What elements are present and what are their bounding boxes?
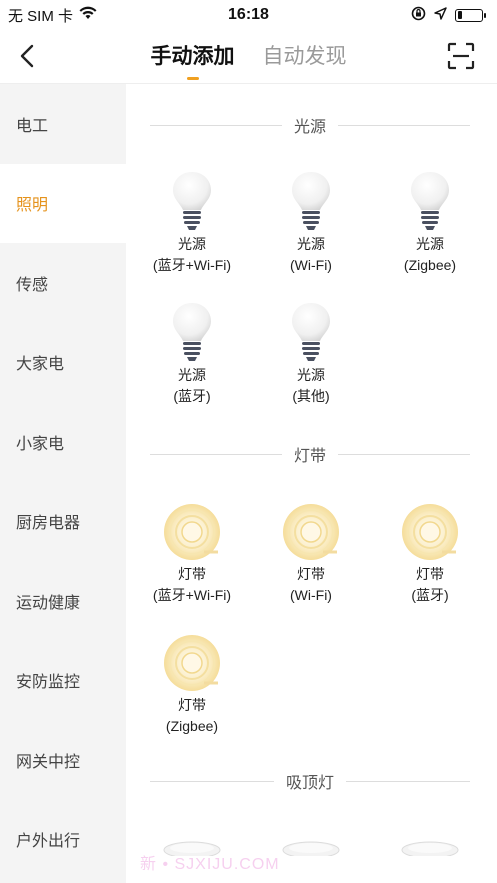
device-item[interactable]: 光源 (Zigbee) (370, 166, 490, 276)
device-name: 灯带 (178, 697, 206, 713)
bulb-icon (370, 166, 490, 232)
section-title: 光源 (294, 119, 327, 136)
battery-icon (455, 8, 486, 22)
device-list: 光源 光源 (蓝牙+Wi-Fi) 光源 (Wi-Fi) 光源 (Zigbee) … (126, 84, 497, 883)
sidebar-item-sensor[interactable]: 传感 (0, 243, 126, 323)
device-name: 光源 (297, 236, 325, 252)
divider-line (338, 453, 471, 455)
device-protocol: (Zigbee) (403, 257, 457, 273)
device-item[interactable]: 灯带 (Wi-Fi) (251, 496, 371, 606)
device-item[interactable]: 光源 (Wi-Fi) (251, 166, 371, 276)
sidebar-item-small-appliance[interactable]: 小家电 (0, 402, 126, 482)
device-name: 光源 (178, 236, 206, 252)
device-item[interactable]: 光源 (蓝牙+Wi-Fi) (132, 166, 252, 276)
sidebar-item-kitchen[interactable]: 厨房电器 (0, 482, 126, 562)
watermark: 新 • SJXIJU.COM (140, 856, 280, 873)
ceiling-light-icon (281, 836, 341, 859)
active-tab-indicator (186, 77, 199, 80)
device-name: 灯带 (416, 566, 444, 582)
light-strip-icon (132, 496, 252, 562)
device-name: 光源 (297, 367, 325, 383)
tab-auto-discover[interactable]: 自动发现 (263, 40, 347, 80)
scan-button[interactable] (447, 42, 475, 70)
divider-line (150, 124, 282, 126)
wifi-icon (79, 6, 97, 24)
category-sidebar: 电工 照明 传感 大家电 小家电 厨房电器 运动健康 安防监控 网关中控 户外出… (0, 84, 126, 883)
device-item[interactable]: 光源 (蓝牙) (132, 297, 252, 407)
device-protocol: (Wi-Fi) (290, 587, 332, 603)
light-strip-icon (251, 496, 371, 562)
device-item[interactable]: 灯带 (蓝牙+Wi-Fi) (132, 496, 252, 606)
section-title: 吸顶灯 (286, 775, 335, 792)
sidebar-item-gateway[interactable]: 网关中控 (0, 720, 126, 800)
divider-line (346, 780, 471, 782)
device-name: 灯带 (178, 566, 206, 582)
bulb-icon (251, 297, 371, 363)
device-name: 光源 (416, 236, 444, 252)
sidebar-item-electrician[interactable]: 电工 (0, 84, 126, 164)
device-protocol: (其他) (292, 388, 330, 404)
status-bar: 无 SIM 卡 16:18 (0, 0, 497, 30)
light-strip-icon (370, 496, 490, 562)
tab-bar: 手动添加 自动发现 (0, 40, 497, 80)
device-protocol: (Zigbee) (165, 718, 219, 734)
light-strip-icon (132, 627, 252, 693)
device-protocol: (蓝牙) (173, 388, 211, 404)
carrier-label: 无 SIM 卡 (8, 7, 74, 25)
battery-level (457, 11, 463, 19)
device-item[interactable]: 灯带 (蓝牙) (370, 496, 490, 606)
header: 手动添加 自动发现 (0, 30, 497, 82)
sidebar-item-sport-health[interactable]: 运动健康 (0, 561, 126, 641)
section-header-light-strip: 灯带 (150, 442, 471, 466)
device-name: 光源 (178, 367, 206, 383)
tab-manual-add[interactable]: 手动添加 (151, 40, 235, 80)
divider-line (150, 780, 274, 782)
bulb-icon (251, 166, 371, 232)
device-name: 灯带 (297, 566, 325, 582)
bulb-icon (132, 297, 252, 363)
device-item[interactable]: 灯带 (Zigbee) (132, 627, 252, 737)
section-title: 灯带 (294, 448, 327, 465)
bulb-icon (132, 166, 252, 232)
sidebar-item-lighting[interactable]: 照明 (0, 163, 126, 243)
section-header-ceiling-light: 吸顶灯 (150, 769, 471, 793)
divider-line (150, 453, 282, 455)
tab-label: 自动发现 (262, 45, 347, 68)
status-right (411, 6, 486, 25)
status-left: 无 SIM 卡 (8, 5, 97, 26)
device-protocol: (蓝牙) (411, 587, 449, 603)
divider-line (338, 124, 471, 126)
location-icon (434, 6, 447, 24)
orientation-lock-icon (411, 6, 426, 25)
tab-label: 手动添加 (150, 45, 235, 68)
sidebar-item-large-appliance[interactable]: 大家电 (0, 323, 126, 403)
device-item[interactable]: 光源 (其他) (251, 297, 371, 407)
section-header-light-source: 光源 (150, 113, 471, 137)
device-protocol: (Wi-Fi) (290, 257, 332, 273)
scan-icon (447, 42, 475, 70)
device-protocol: (蓝牙+Wi-Fi) (152, 587, 232, 603)
sidebar-item-security[interactable]: 安防监控 (0, 641, 126, 721)
sidebar-item-outdoor[interactable]: 户外出行 (0, 800, 126, 880)
device-protocol: (蓝牙+Wi-Fi) (152, 257, 232, 273)
ceiling-light-icon (400, 836, 460, 859)
